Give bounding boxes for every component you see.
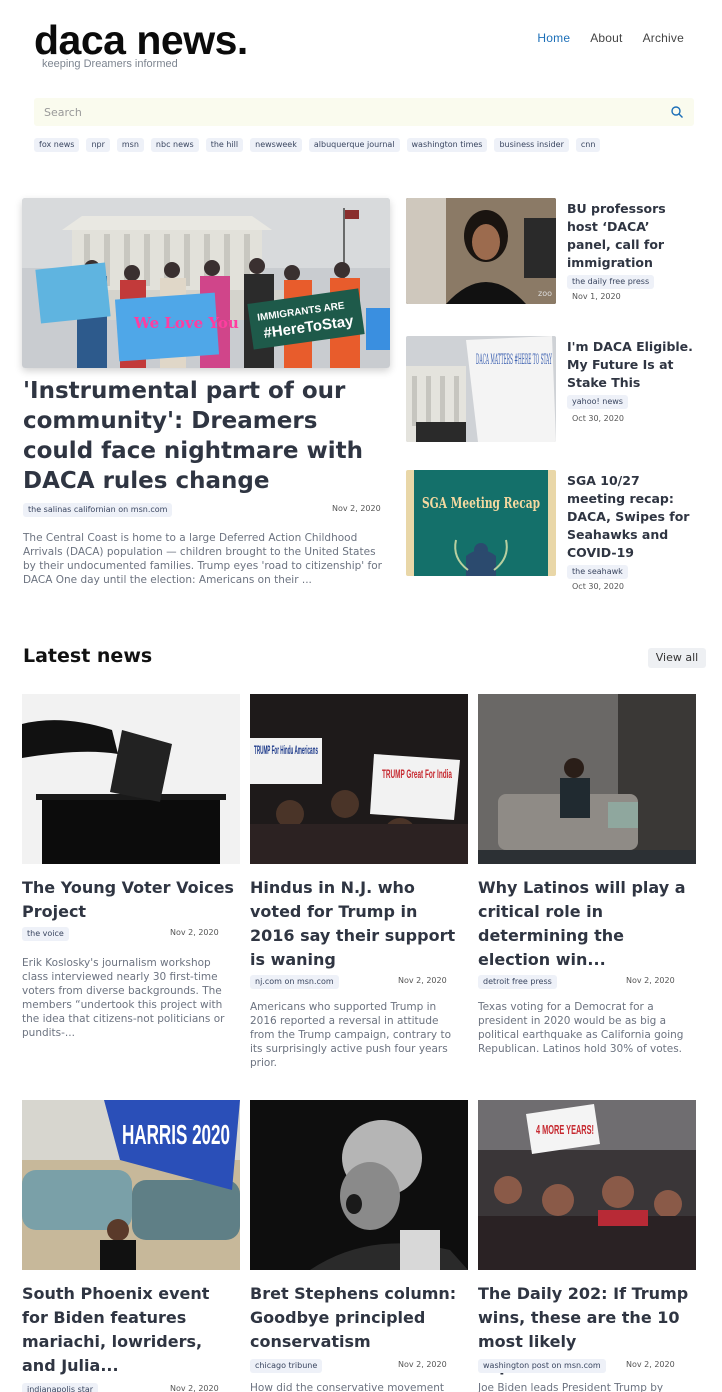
news-card[interactable]: Why Latinos will play a critical role in… xyxy=(478,694,696,1074)
news-card-image[interactable] xyxy=(478,694,696,864)
news-card-title[interactable]: Why Latinos will play a critical role in… xyxy=(478,876,690,972)
news-card-source[interactable]: detroit free press xyxy=(478,975,557,989)
source-pill[interactable]: albuquerque journal xyxy=(308,138,400,152)
news-card-title[interactable]: Bret Stephens column: Goodbye principled… xyxy=(250,1282,462,1354)
search-bar xyxy=(34,98,694,126)
news-card-description: Erik Koslosky's journalism workshop clas… xyxy=(22,957,225,1039)
news-card-date: Nov 2, 2020 xyxy=(170,1384,219,1392)
news-card-date: Nov 2, 2020 xyxy=(398,1360,447,1369)
hindu-sign-2: TRUMP Great For India xyxy=(382,767,452,781)
source-pill[interactable]: the hill xyxy=(205,138,244,152)
news-card-description: Joe Biden leads President Trump by xyxy=(478,1382,664,1392)
site-tagline: keeping Dreamers informed xyxy=(42,58,178,70)
news-card-title[interactable]: The Young Voter Voices Project xyxy=(22,876,234,924)
news-card-date: Nov 2, 2020 xyxy=(626,976,675,985)
search-input[interactable] xyxy=(34,98,654,126)
news-card-description: Americans who supported Trump in 2016 re… xyxy=(250,1001,451,1069)
news-card-date: Nov 2, 2020 xyxy=(170,928,219,937)
news-card-source[interactable]: chicago tribune xyxy=(250,1359,323,1373)
search-icon[interactable] xyxy=(670,105,684,119)
harris-flag-text: HARRIS 2020 xyxy=(122,1119,230,1150)
news-card[interactable]: HARRIS 2020 South Phoenix event for Bide… xyxy=(22,1100,240,1392)
side-story-title[interactable]: SGA 10/27 meeting recap: DACA, Swipes fo… xyxy=(567,472,695,562)
source-pill[interactable]: msn xyxy=(116,138,144,152)
svg-text:zoo: zoo xyxy=(538,289,552,298)
news-card[interactable]: Bret Stephens column: Goodbye principled… xyxy=(250,1100,468,1392)
news-card-source[interactable]: washington post on msn.com xyxy=(478,1359,606,1373)
side-story-source[interactable]: the daily free press xyxy=(567,275,655,289)
featured-title[interactable]: 'Instrumental part of our community': Dr… xyxy=(23,376,388,496)
side-story-date: Nov 1, 2020 xyxy=(572,292,621,301)
side-story-source[interactable]: the seahawk xyxy=(567,565,628,579)
featured-image[interactable]: We Love You IMMIGRANTS ARE #HereToStay xyxy=(22,198,390,368)
source-pill[interactable]: nbc news xyxy=(150,138,199,152)
side-story-image[interactable]: DACA MATTERS #HERE TO STAY xyxy=(406,336,556,442)
side-story-date: Oct 30, 2020 xyxy=(572,582,624,591)
news-card-source[interactable]: indianapolis star xyxy=(22,1383,99,1392)
nav-about[interactable]: About xyxy=(590,31,622,45)
featured-description: The Central Coast is home to a large Def… xyxy=(23,532,382,586)
side-story[interactable]: zoo BU professors host ‘DACA’ panel, cal… xyxy=(406,198,702,308)
side-story[interactable]: DACA MATTERS #HERE TO STAY I'm DACA Elig… xyxy=(406,336,702,446)
news-card[interactable]: 4 MORE YEARS! The Daily 202: If Trump wi… xyxy=(478,1100,696,1392)
source-pill[interactable]: npr xyxy=(86,138,110,152)
main-nav: Home About Archive xyxy=(537,31,684,45)
sga-sign-text: SGA Meeting Recap xyxy=(422,494,540,512)
news-card[interactable]: The Young Voter Voices Project the voice… xyxy=(22,694,240,1074)
site-logo[interactable]: daca news. xyxy=(34,18,248,62)
nav-home[interactable]: Home xyxy=(537,31,570,45)
source-pill[interactable]: washington times xyxy=(406,138,488,152)
nav-archive[interactable]: Archive xyxy=(643,31,684,45)
news-card-title[interactable]: South Phoenix event for Biden features m… xyxy=(22,1282,234,1378)
side-story-date: Oct 30, 2020 xyxy=(572,414,624,423)
news-card[interactable]: TRUMP For Hindu Americans TRUMP Great Fo… xyxy=(250,694,468,1074)
source-pill[interactable]: newsweek xyxy=(250,138,302,152)
source-pill[interactable]: fox news xyxy=(34,138,80,152)
news-card-description: How did the conservative movement xyxy=(250,1382,444,1392)
view-all-button[interactable]: View all xyxy=(648,648,706,668)
side-story-image[interactable]: SGA Meeting Recap xyxy=(406,470,556,576)
news-card-image[interactable]: 4 MORE YEARS! xyxy=(478,1100,696,1270)
news-card-image[interactable] xyxy=(250,1100,468,1270)
news-card-title[interactable]: Hindus in N.J. who voted for Trump in 20… xyxy=(250,876,462,972)
news-card-date: Nov 2, 2020 xyxy=(398,976,447,985)
featured-date: Nov 2, 2020 xyxy=(332,504,381,513)
featured-sign-text-3: We Love You xyxy=(133,314,239,332)
news-card-source[interactable]: the voice xyxy=(22,927,69,941)
news-card-image[interactable]: TRUMP For Hindu Americans TRUMP Great Fo… xyxy=(250,694,468,864)
source-pill[interactable]: cnn xyxy=(575,138,601,152)
news-card-description: Texas voting for a Democrat for a presid… xyxy=(478,1001,684,1055)
news-card-source[interactable]: nj.com on msn.com xyxy=(250,975,339,989)
more-years-text: 4 MORE YEARS! xyxy=(536,1122,594,1137)
source-filter-list: fox news npr msn nbc news the hill newsw… xyxy=(34,138,601,152)
latest-news-heading: Latest news xyxy=(23,645,153,667)
side-story-source[interactable]: yahoo! news xyxy=(567,395,628,409)
side-sign-text: DACA MATTERS #HERE TO STAY xyxy=(476,352,552,368)
side-story[interactable]: SGA Meeting Recap SGA 10/27 meeting reca… xyxy=(406,470,702,595)
featured-source-badge[interactable]: the salinas californian on msn.com xyxy=(23,503,173,517)
news-card-date: Nov 2, 2020 xyxy=(626,1360,675,1369)
source-pill[interactable]: business insider xyxy=(494,138,569,152)
news-card-image[interactable]: HARRIS 2020 xyxy=(22,1100,240,1270)
hindu-sign-1: TRUMP For Hindu Americans xyxy=(254,743,318,757)
news-card-image[interactable] xyxy=(22,694,240,864)
side-story-image[interactable]: zoo xyxy=(406,198,556,304)
